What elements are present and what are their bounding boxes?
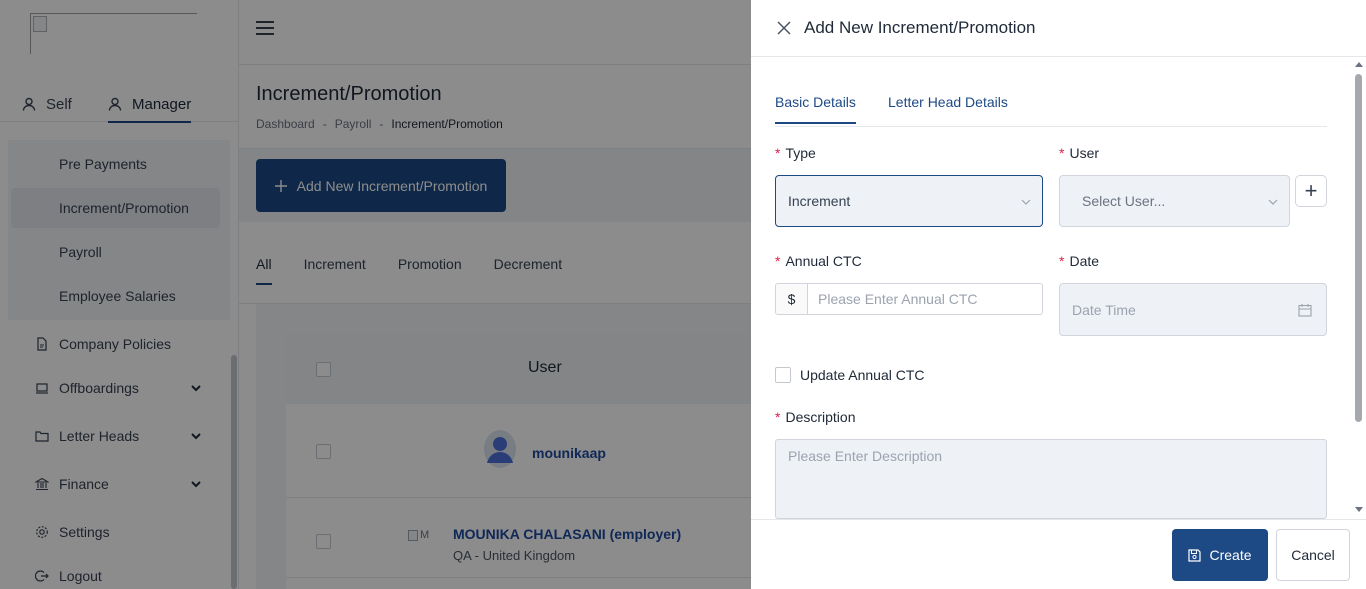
- description-label: * Description: [775, 409, 855, 425]
- user-label: * User: [1059, 145, 1099, 161]
- chevron-down-icon: [1021, 199, 1031, 205]
- drawer-header: Add New Increment/Promotion: [751, 0, 1366, 57]
- annual-ctc-input[interactable]: [808, 283, 1043, 315]
- date-picker[interactable]: Date Time: [1059, 283, 1327, 336]
- annual-ctc-group: $: [775, 283, 1043, 315]
- update-annual-ctc-checkbox[interactable]: [775, 367, 791, 383]
- type-label: * Type: [775, 145, 816, 161]
- annual-ctc-label: * Annual CTC: [775, 253, 862, 269]
- annual-ctc-label-text: Annual CTC: [785, 253, 862, 269]
- drawer-title: Add New Increment/Promotion: [804, 18, 1036, 37]
- type-label-text: Type: [785, 145, 816, 161]
- drawer-footer: Create Cancel: [751, 519, 1366, 589]
- chevron-down-icon: [1268, 199, 1278, 205]
- date-label-text: Date: [1069, 253, 1100, 269]
- tab-basic-details[interactable]: Basic Details: [775, 94, 856, 124]
- add-user-button[interactable]: +: [1295, 175, 1327, 207]
- user-label-text: User: [1069, 145, 1100, 161]
- create-button-label: Create: [1209, 547, 1252, 563]
- required-mark: *: [775, 145, 781, 161]
- required-mark: *: [1059, 145, 1065, 161]
- close-icon[interactable]: [777, 21, 791, 35]
- calendar-icon: [1298, 304, 1312, 317]
- type-select[interactable]: Increment: [775, 175, 1043, 227]
- scroll-down-arrow[interactable]: [1355, 507, 1363, 512]
- required-mark: *: [775, 409, 781, 425]
- user-select[interactable]: Select User...: [1059, 175, 1290, 227]
- currency-prefix: $: [775, 283, 808, 315]
- tab-letter-head-details[interactable]: Letter Head Details: [888, 94, 1008, 124]
- save-icon: [1188, 548, 1202, 562]
- user-select-placeholder: Select User...: [1082, 193, 1166, 209]
- cancel-button-label: Cancel: [1291, 547, 1335, 563]
- cancel-button[interactable]: Cancel: [1276, 529, 1350, 581]
- update-annual-ctc-row: Update Annual CTC: [775, 367, 925, 383]
- type-select-value: Increment: [788, 193, 851, 209]
- modal-backdrop[interactable]: [0, 0, 751, 589]
- description-input[interactable]: [775, 439, 1327, 519]
- drawer-scrollbar-thumb[interactable]: [1355, 74, 1362, 422]
- date-label: * Date: [1059, 253, 1099, 269]
- required-mark: *: [1059, 253, 1065, 269]
- create-button[interactable]: Create: [1172, 529, 1268, 581]
- scroll-up-arrow[interactable]: [1355, 62, 1363, 67]
- drawer-tabs: Basic Details Letter Head Details: [775, 94, 1327, 127]
- description-label-text: Description: [785, 409, 856, 425]
- date-placeholder: Date Time: [1072, 301, 1136, 318]
- add-increment-drawer: Add New Increment/Promotion Basic Detail…: [751, 0, 1366, 589]
- required-mark: *: [775, 253, 781, 269]
- update-annual-ctc-label: Update Annual CTC: [800, 367, 925, 383]
